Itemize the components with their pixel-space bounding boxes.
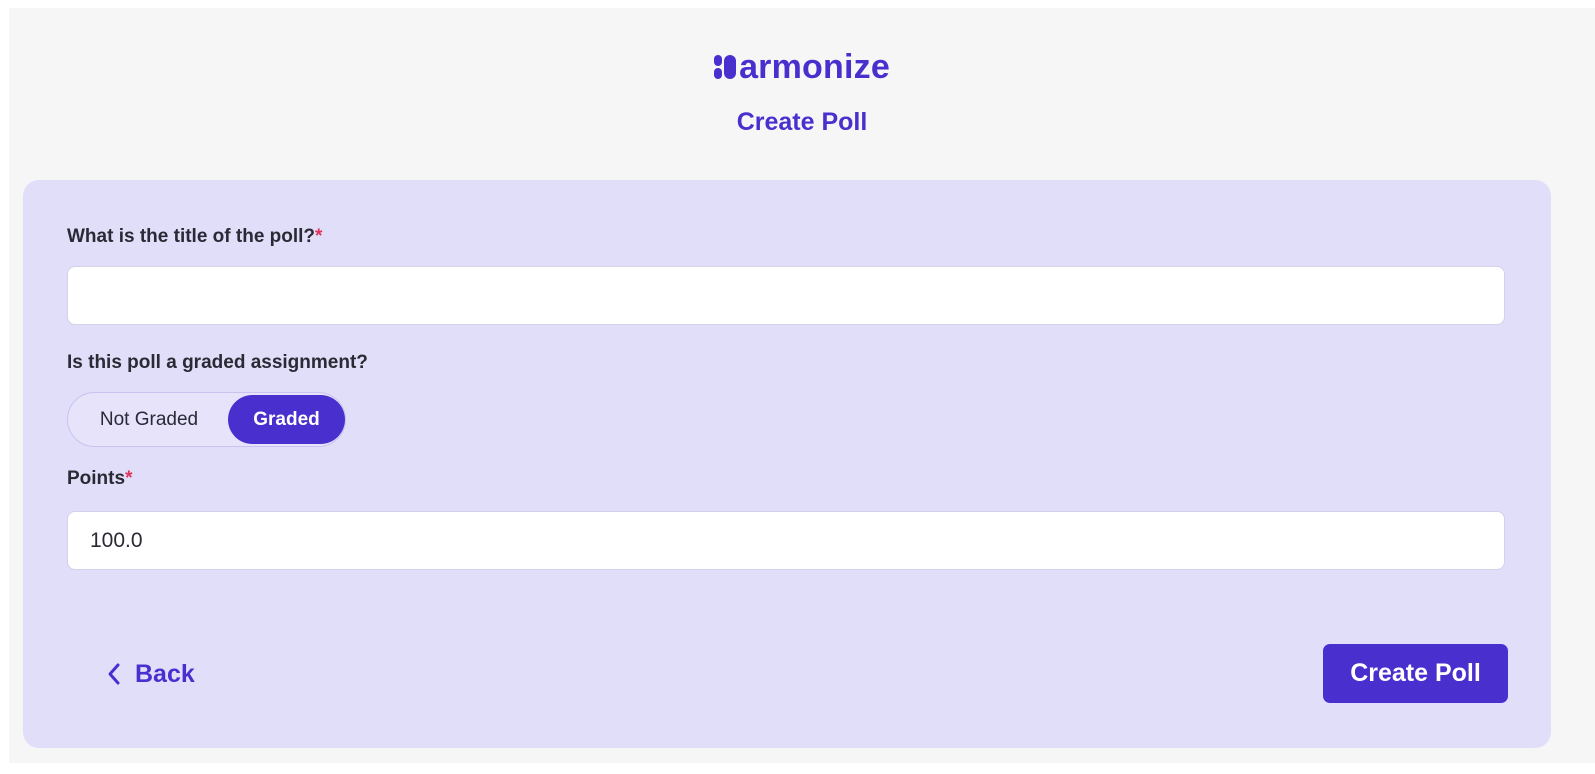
back-button-label: Back bbox=[135, 659, 195, 688]
poll-title-label-text: What is the title of the poll? bbox=[67, 226, 316, 247]
chevron-left-icon bbox=[108, 663, 120, 685]
points-label-text: Points bbox=[67, 468, 126, 489]
create-poll-form: What is the title of the poll?* Is this … bbox=[23, 180, 1551, 748]
logo-text: armonize bbox=[739, 48, 890, 86]
poll-title-label: What is the title of the poll?* bbox=[67, 226, 322, 248]
harmonize-logo: armonize bbox=[9, 50, 1595, 84]
page-title: Create Poll bbox=[736, 108, 868, 136]
points-label: Points* bbox=[67, 468, 132, 490]
page-background: armonize Create Poll What is the title o… bbox=[9, 8, 1595, 763]
required-marker: * bbox=[125, 468, 133, 489]
required-marker: * bbox=[315, 226, 323, 247]
graded-question-label: Is this poll a graded assignment? bbox=[67, 352, 368, 373]
points-input[interactable] bbox=[67, 511, 1505, 570]
toggle-option-graded[interactable]: Graded bbox=[228, 395, 345, 444]
logo-mark-icon bbox=[714, 55, 737, 79]
poll-title-input[interactable] bbox=[67, 266, 1505, 325]
toggle-option-not-graded[interactable]: Not Graded bbox=[70, 395, 228, 444]
graded-toggle: Not Graded Graded bbox=[67, 392, 346, 447]
back-button[interactable]: Back bbox=[107, 654, 195, 694]
create-poll-button[interactable]: Create Poll bbox=[1323, 644, 1508, 703]
